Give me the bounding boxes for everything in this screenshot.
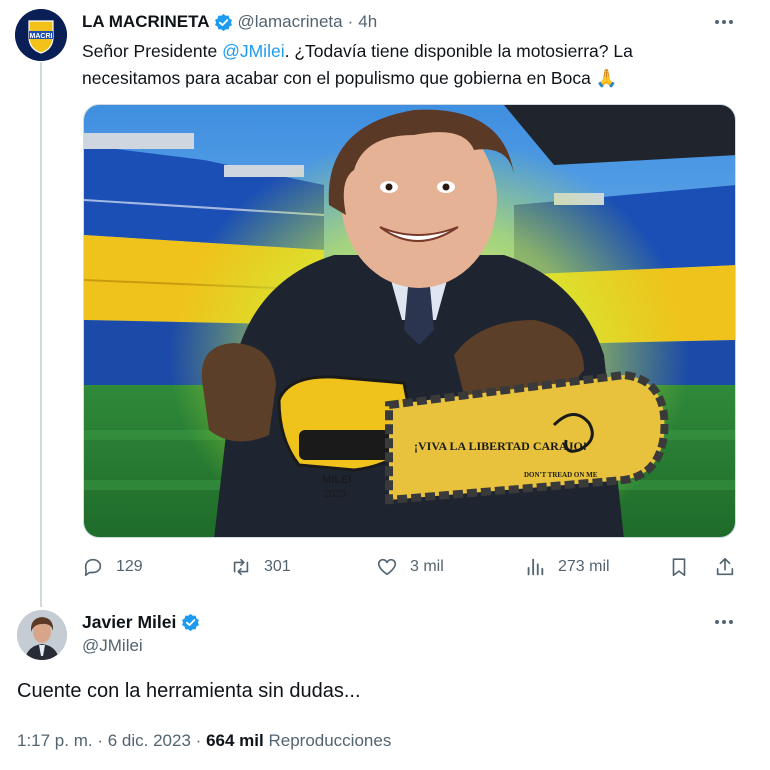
tweet-text-before: Señor Presidente <box>82 41 223 61</box>
author-name[interactable]: LA MACRINETA <box>82 12 209 32</box>
share-icon <box>716 557 734 576</box>
author-handle[interactable]: @lamacrineta <box>237 12 342 32</box>
retweet-icon <box>233 558 249 576</box>
reply-button[interactable]: 129 <box>82 553 143 581</box>
tweet-text: Señor Presidente @JMilei. ¿Todavía tiene… <box>82 38 722 92</box>
chainsaw-year-text: 2023 <box>324 489 347 500</box>
tweet-media-image[interactable]: MILEI 2023 ¡VIVA LA LIBERTAD CARAJO! DON… <box>83 104 736 538</box>
views-label: Reproducciones <box>268 731 392 750</box>
heart-icon <box>377 558 397 576</box>
tweet-text: Cuente con la herramienta sin dudas... <box>17 680 361 702</box>
meta-separator: · <box>195 731 202 750</box>
retweet-button[interactable]: 301 <box>230 553 291 581</box>
verified-badge-icon <box>182 613 200 631</box>
views-count: 273 mil <box>558 558 610 575</box>
views-chart-icon <box>527 558 544 576</box>
like-count: 3 mil <box>410 558 444 575</box>
views-count: 664 mil <box>206 731 264 750</box>
tweet-time[interactable]: 1:17 p. m. <box>17 731 93 750</box>
tweet-time[interactable]: 4h <box>358 12 377 32</box>
thread-connector-line <box>40 62 42 607</box>
chainsaw-flag-text: DON'T TREAD ON ME <box>524 471 598 479</box>
bookmark-icon <box>672 558 686 577</box>
tweet-date[interactable]: 6 dic. 2023 <box>108 731 191 750</box>
tweet-action-bar: 129 301 3 mil 273 mil <box>82 553 752 581</box>
like-button[interactable]: 3 mil <box>376 553 444 581</box>
views-button[interactable]: 273 mil <box>524 553 610 581</box>
mention-link[interactable]: @JMilei <box>222 41 285 61</box>
more-options-icon[interactable] <box>710 12 738 32</box>
jmilei-avatar[interactable] <box>17 610 67 660</box>
header-separator: · <box>347 12 354 31</box>
retweet-count: 301 <box>264 558 291 575</box>
chainsaw-brand-text: MILEI <box>322 474 351 486</box>
verified-badge-icon <box>215 13 233 31</box>
avatar-logo-text: MACRI <box>30 33 53 40</box>
lamacrineta-avatar[interactable]: MACRI <box>15 9 67 61</box>
tweet-metadata: 1:17 p. m. · 6 dic. 2023 · 664 mil Repro… <box>17 731 391 751</box>
meta-separator: · <box>97 731 104 750</box>
chainsaw-bar-text: ¡VIVA LA LIBERTAD CARAJO! <box>414 439 587 453</box>
reply-icon <box>84 558 102 577</box>
author-name[interactable]: Javier Milei <box>82 612 176 633</box>
tweet-header: LA MACRINETA @lamacrineta · 4h <box>82 11 702 33</box>
author-handle[interactable]: @JMilei <box>82 636 143 656</box>
tweet2-header: Javier Milei <box>82 610 204 634</box>
stadium-chainsaw-illustration: MILEI 2023 ¡VIVA LA LIBERTAD CARAJO! DON… <box>84 105 735 537</box>
share-button[interactable] <box>714 553 748 581</box>
bookmark-button[interactable] <box>668 553 702 581</box>
more-options-icon[interactable] <box>710 612 738 632</box>
reply-count: 129 <box>116 558 143 575</box>
